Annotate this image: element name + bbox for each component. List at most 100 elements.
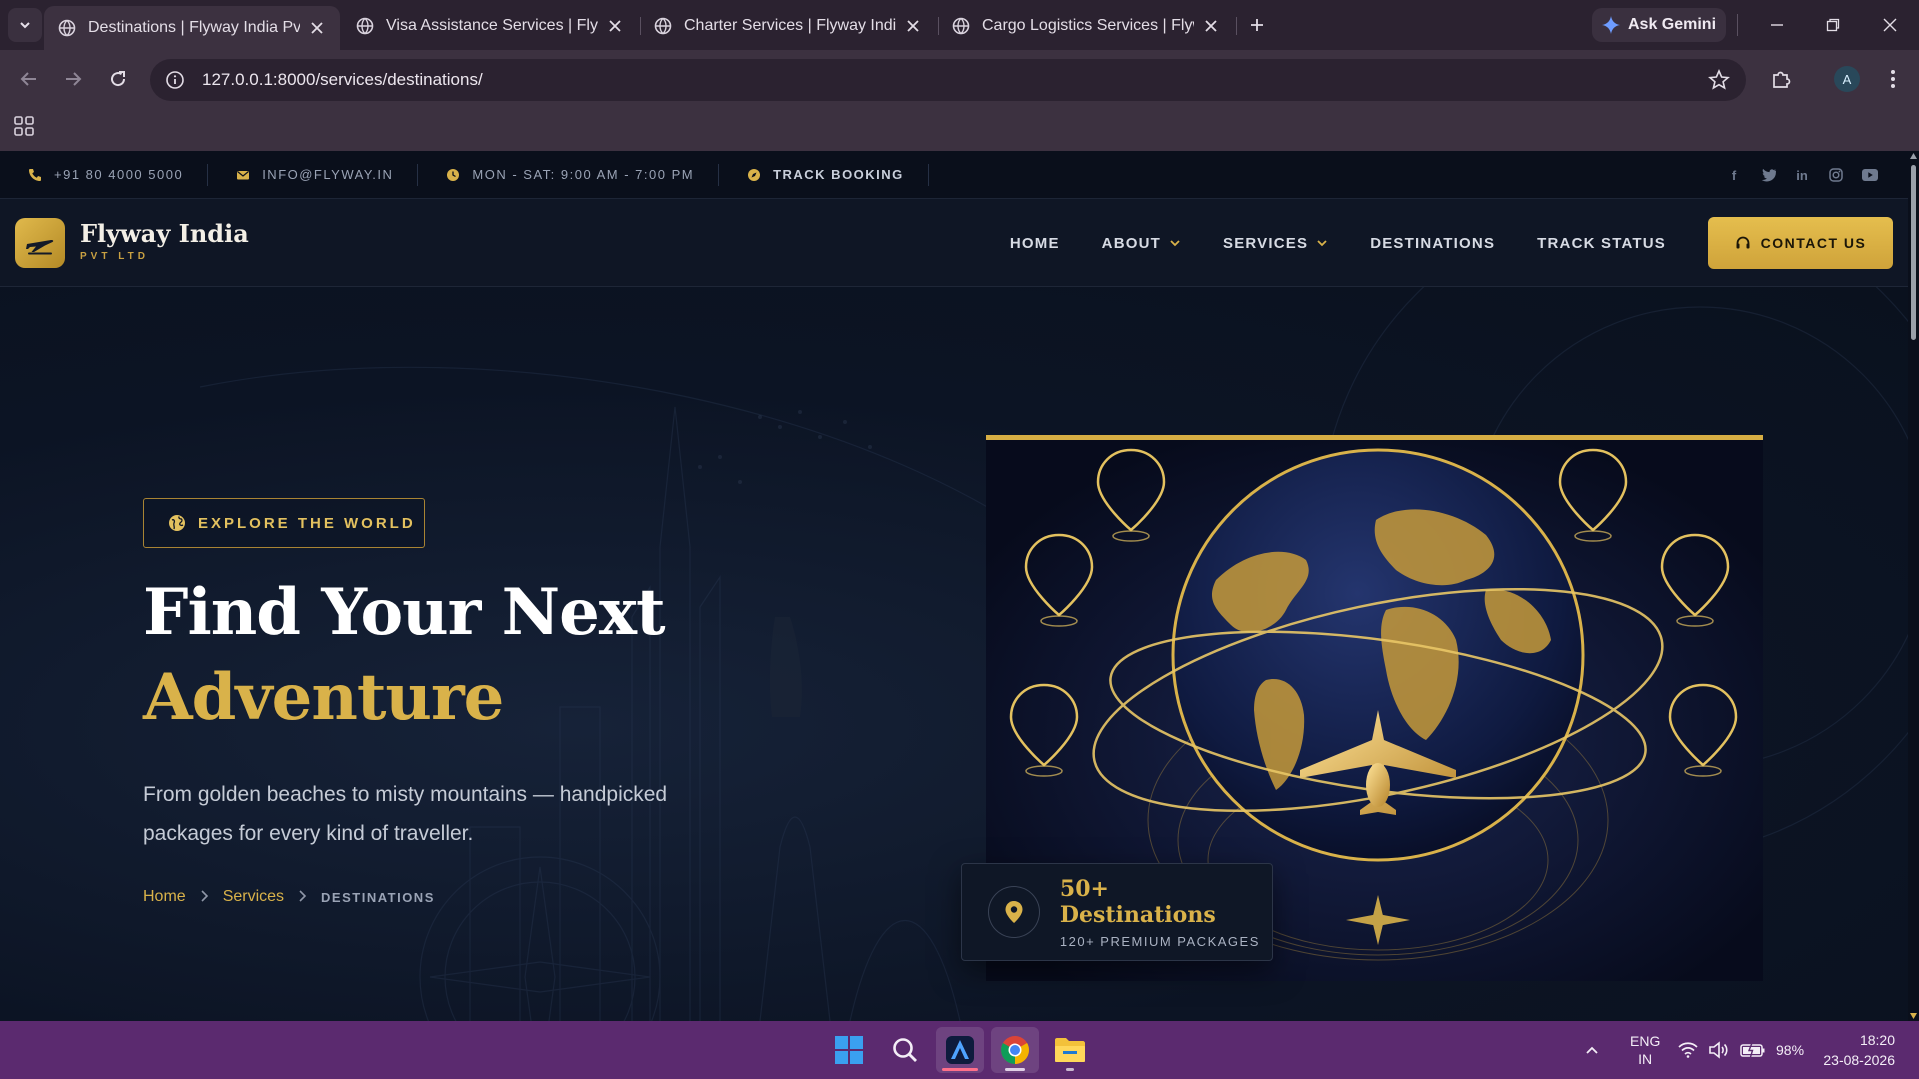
brand-tagline: PVT LTD xyxy=(80,251,149,262)
nav-track-status-label: TRACK STATUS xyxy=(1537,234,1666,252)
taskbar-app-chrome[interactable] xyxy=(991,1027,1039,1073)
clock-date: 23-08-2026 xyxy=(1823,1052,1895,1068)
tab-charter[interactable]: Charter Services | Flyway India Pvt Ltd xyxy=(640,6,936,46)
new-tab-button[interactable] xyxy=(1244,12,1270,38)
close-icon[interactable] xyxy=(308,19,326,37)
tab-separator xyxy=(1236,17,1237,35)
tab-title: Cargo Logistics Services | Flyway India xyxy=(982,17,1194,34)
scroll-down-arrow-icon[interactable] xyxy=(1909,1012,1918,1020)
volume-icon xyxy=(1709,1041,1728,1059)
nav-track-status[interactable]: TRACK STATUS xyxy=(1537,235,1666,252)
airplane-icon xyxy=(26,239,54,255)
site-info-icon[interactable] xyxy=(164,69,186,91)
browser-menu-button[interactable] xyxy=(1880,66,1906,92)
breadcrumb-services[interactable]: Services xyxy=(223,888,284,906)
stat-title: 50+ Destinations xyxy=(1059,875,1216,928)
arrow-left-icon xyxy=(20,72,36,86)
hero-section: EXPLORE THE WORLD Find Your Next Adventu… xyxy=(0,287,1908,1021)
language-indicator[interactable]: ENG IN xyxy=(1630,1021,1660,1079)
windows-taskbar: ENG IN 98% 18:20 23-08-2026 xyxy=(0,1021,1919,1079)
track-booking-link[interactable]: TRACK BOOKING xyxy=(719,163,929,186)
close-icon[interactable] xyxy=(1202,17,1220,35)
breadcrumb: Home Services DESTINATIONS xyxy=(143,888,435,906)
profile-avatar[interactable]: A xyxy=(1834,66,1860,92)
twitter-icon[interactable] xyxy=(1758,165,1778,185)
language-code: ENG xyxy=(1630,1033,1661,1049)
chevron-down-icon xyxy=(1170,240,1180,247)
extensions-button[interactable] xyxy=(1768,66,1794,92)
close-window-button[interactable] xyxy=(1875,10,1905,40)
tab-search-button[interactable] xyxy=(8,8,42,42)
nav-about-label: ABOUT xyxy=(1101,234,1161,252)
email-contact[interactable]: INFO@FLYWAY.IN xyxy=(208,163,419,186)
active-indicator xyxy=(1005,1068,1025,1071)
hero-title-line1: Find Your Next xyxy=(143,575,666,650)
start-button[interactable] xyxy=(825,1027,873,1073)
running-indicator xyxy=(1066,1068,1074,1071)
phone-contact[interactable]: +91 80 4000 5000 xyxy=(0,163,209,186)
system-clock[interactable]: 18:20 23-08-2026 xyxy=(1823,1030,1895,1070)
globe-icon xyxy=(952,17,970,35)
more-vertical-icon xyxy=(1891,70,1895,88)
scroll-up-arrow-icon[interactable] xyxy=(1909,152,1918,160)
editor-app-icon xyxy=(946,1036,974,1064)
system-tray-status[interactable]: 98% xyxy=(1678,1021,1804,1079)
battery-percent: 98% xyxy=(1776,1042,1805,1058)
brand-logo[interactable] xyxy=(15,218,65,268)
contact-us-label: CONTACT US xyxy=(1760,235,1867,251)
track-booking-label: TRACK BOOKING xyxy=(773,167,904,182)
close-icon[interactable] xyxy=(904,17,922,35)
tab-destinations[interactable]: Destinations | Flyway India Pvt Ltd xyxy=(44,6,340,50)
url-text: 127.0.0.1:8000/services/destinations/ xyxy=(202,70,483,89)
forward-button[interactable] xyxy=(58,64,88,94)
nav-services[interactable]: SERVICES xyxy=(1223,235,1328,252)
folder-icon xyxy=(1055,1038,1085,1062)
phone-icon xyxy=(29,168,41,181)
region-code: IN xyxy=(1638,1051,1653,1067)
nav-destinations[interactable]: DESTINATIONS xyxy=(1370,235,1495,252)
hero-title-line2: Adventure xyxy=(143,660,504,735)
close-icon[interactable] xyxy=(606,17,624,35)
restore-button[interactable] xyxy=(1818,10,1848,40)
ask-gemini-button[interactable]: Ask Gemini xyxy=(1592,8,1726,42)
compass-icon xyxy=(748,168,761,181)
tab-title: Destinations | Flyway India Pvt Ltd xyxy=(88,19,300,36)
tab-title: Visa Assistance Services | Flyway India xyxy=(386,17,598,34)
contact-us-button[interactable]: CONTACT US xyxy=(1708,217,1893,269)
tab-cargo[interactable]: Cargo Logistics Services | Flyway India xyxy=(938,6,1234,46)
headset-icon xyxy=(1736,236,1750,249)
linkedin-icon[interactable]: in xyxy=(1792,165,1812,185)
facebook-icon[interactable]: f xyxy=(1724,165,1744,185)
toolbar-separator xyxy=(1737,14,1738,36)
map-pin-icon xyxy=(988,886,1040,938)
youtube-icon[interactable] xyxy=(1860,165,1880,185)
browser-tab-bar: Destinations | Flyway India Pvt Ltd Visa… xyxy=(0,0,1919,50)
scrollbar-thumb[interactable] xyxy=(1911,165,1916,340)
instagram-icon[interactable] xyxy=(1826,165,1846,185)
reload-icon xyxy=(111,71,126,87)
reload-button[interactable] xyxy=(103,64,133,94)
tab-visa[interactable]: Visa Assistance Services | Flyway India xyxy=(342,6,638,46)
stat-subtitle: 120+ PREMIUM PACKAGES xyxy=(1059,933,1260,949)
bookmark-star-icon[interactable] xyxy=(1708,69,1730,91)
taskbar-app-editor[interactable] xyxy=(936,1027,984,1073)
hero-lead: From golden beaches to misty mountains —… xyxy=(143,783,668,845)
breadcrumb-current: DESTINATIONS xyxy=(321,889,435,905)
battery-charging-icon xyxy=(1740,1042,1765,1058)
taskbar-app-explorer[interactable] xyxy=(1046,1027,1094,1073)
show-hidden-icons-button[interactable] xyxy=(1584,1021,1600,1079)
apps-grid-icon[interactable] xyxy=(12,114,36,138)
search-button[interactable] xyxy=(881,1027,929,1073)
brand-name[interactable]: Flyway India xyxy=(80,219,249,248)
windows-logo-icon xyxy=(835,1036,863,1064)
minimize-button[interactable] xyxy=(1762,10,1792,40)
chevron-right-icon xyxy=(298,889,307,906)
nav-about[interactable]: ABOUT xyxy=(1102,235,1181,252)
arrow-right-icon xyxy=(66,72,82,86)
nav-home[interactable]: HOME xyxy=(1010,235,1060,252)
breadcrumb-home[interactable]: Home xyxy=(143,888,186,906)
back-button[interactable] xyxy=(14,64,44,94)
hours-text: MON - SAT: 9:00 AM - 7:00 PM xyxy=(472,167,695,182)
page-scrollbar[interactable] xyxy=(1908,151,1919,1021)
address-bar[interactable]: 127.0.0.1:8000/services/destinations/ xyxy=(150,59,1746,101)
